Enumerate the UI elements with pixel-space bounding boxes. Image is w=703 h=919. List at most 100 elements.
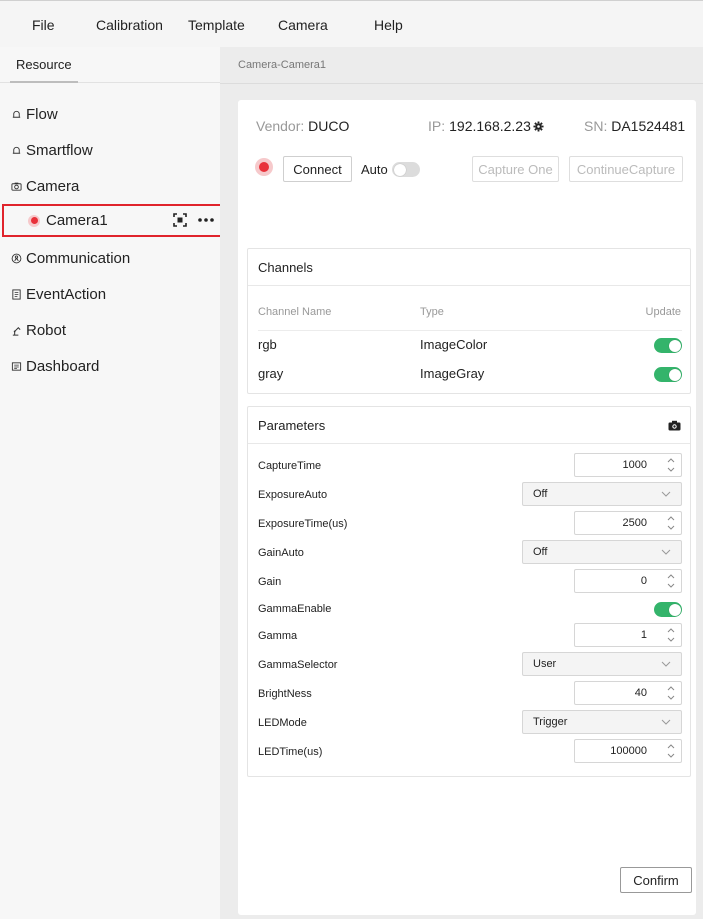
spin-value: 100000 (610, 745, 647, 757)
exposuretime-input[interactable]: 2500 (574, 511, 682, 535)
row-divider (258, 330, 682, 331)
select-value: Off (533, 488, 548, 500)
channels-title: Channels (258, 260, 313, 275)
ledmode-select[interactable]: Trigger (522, 710, 682, 734)
brightness-input[interactable]: 40 (574, 681, 682, 705)
gammaselector-select[interactable]: User (522, 652, 682, 676)
param-label: GammaEnable (258, 603, 332, 615)
sidebar-item-label: Dashboard (26, 357, 100, 375)
stepper-arrows-icon[interactable] (665, 684, 677, 702)
ip-label: IP: (428, 118, 446, 134)
dashboard-icon (10, 360, 22, 372)
exposureauto-select[interactable]: Off (522, 482, 682, 506)
gamma-input[interactable]: 1 (574, 623, 682, 647)
network-icon (10, 252, 22, 264)
stepper-arrows-icon[interactable] (665, 626, 677, 644)
sidebar-item-label: Robot (26, 321, 67, 339)
channel-type-cell: ImageGray (420, 366, 485, 381)
channels-card: Channels Channel Name Type Update rgb Im… (247, 248, 691, 394)
channel-type-cell: ImageColor (420, 337, 488, 352)
sidebar-item-label: Smartflow (26, 141, 93, 159)
select-value: Off (533, 546, 548, 558)
spin-value: 0 (640, 575, 647, 587)
stepper-arrows-icon[interactable] (665, 514, 677, 532)
col-header-type: Type (420, 306, 444, 318)
col-header-channel-name: Channel Name (258, 306, 332, 318)
vendor-info: Vendor: DUCO (256, 118, 349, 134)
bell-icon (10, 108, 22, 120)
continue-capture-button[interactable]: ContinueCapture (569, 156, 683, 182)
capture-one-button[interactable]: Capture One (472, 156, 559, 182)
document-icon (10, 288, 22, 300)
param-label: ExposureTime(us) (258, 518, 348, 530)
sn-label: SN: (584, 118, 608, 134)
sidebar-item-flow[interactable]: Flow (10, 103, 58, 125)
menu-file[interactable]: File (32, 17, 55, 33)
chevron-down-icon (661, 491, 671, 497)
camera-icon[interactable] (668, 420, 681, 431)
param-label: GammaSelector (258, 659, 338, 671)
select-value: User (533, 658, 557, 670)
param-label: LEDTime(us) (258, 746, 323, 758)
chevron-down-icon (661, 661, 671, 667)
status-dot-icon (28, 214, 40, 227)
spin-value: 1 (640, 629, 647, 641)
sn-info: SN: DA1524481 (584, 118, 685, 134)
parameters-card: Parameters CaptureTime 1000 ExposureAuto… (247, 406, 691, 777)
tab-active-underline (10, 81, 78, 83)
stepper-arrows-icon[interactable] (665, 456, 677, 474)
spin-value: 2500 (622, 517, 647, 529)
sidebar-item-camera[interactable]: Camera (10, 175, 79, 197)
gainauto-select[interactable]: Off (522, 540, 682, 564)
vendor-value: DUCO (308, 118, 350, 134)
sidebar-item-robot[interactable]: Robot (10, 319, 66, 341)
sn-value: DA1524481 (611, 118, 686, 134)
card-divider (248, 285, 690, 286)
bell-icon (10, 144, 22, 156)
more-options-icon[interactable] (197, 217, 215, 223)
param-label: Gain (258, 576, 282, 588)
camera-icon (10, 180, 22, 192)
col-header-update: Update (645, 306, 681, 318)
card-divider (248, 443, 690, 444)
ledtime-input[interactable]: 100000 (574, 739, 682, 763)
sidebar-item-communication[interactable]: Communication (10, 247, 130, 269)
menu-camera[interactable]: Camera (278, 17, 328, 33)
sidebar-item-label: Camera (26, 177, 80, 195)
sidebar: Resource Flow Smartflow Camera Camera1 C… (0, 47, 227, 919)
sidebar-item-eventaction[interactable]: EventAction (10, 283, 106, 305)
auto-toggle[interactable] (392, 162, 420, 177)
ip-value: 192.168.2.23 (449, 118, 531, 134)
param-label: LEDMode (258, 717, 307, 729)
ip-info: IP: 192.168.2.23 (428, 118, 544, 134)
update-toggle-rgb[interactable] (654, 338, 682, 353)
param-label: Gamma (258, 630, 298, 642)
confirm-button[interactable]: Confirm (620, 867, 692, 893)
gain-input[interactable]: 0 (574, 569, 682, 593)
auto-label: Auto (361, 162, 388, 177)
sidebar-item-dashboard[interactable]: Dashboard (10, 355, 99, 377)
vendor-label: Vendor: (256, 118, 305, 134)
menu-calibration[interactable]: Calibration (96, 17, 163, 33)
gear-icon[interactable] (533, 120, 544, 132)
param-label: BrightNess (258, 688, 312, 700)
tab-resource[interactable]: Resource (16, 57, 72, 72)
sidebar-item-smartflow[interactable]: Smartflow (10, 139, 93, 161)
spin-value: 1000 (622, 459, 647, 471)
update-toggle-gray[interactable] (654, 367, 682, 382)
channel-name-cell: rgb (258, 337, 277, 352)
scan-icon[interactable] (173, 213, 187, 227)
connect-button[interactable]: Connect (283, 156, 352, 182)
menu-template[interactable]: Template (188, 17, 245, 33)
sidebar-item-label: Flow (26, 105, 58, 123)
gammaenable-toggle[interactable] (654, 602, 682, 617)
sidebar-subitem-label: Camera1 (46, 212, 108, 229)
stepper-arrows-icon[interactable] (665, 742, 677, 760)
stepper-arrows-icon[interactable] (665, 572, 677, 590)
capturetime-input[interactable]: 1000 (574, 453, 682, 477)
menu-help[interactable]: Help (374, 17, 403, 33)
sidebar-item-label: EventAction (26, 285, 107, 303)
breadcrumb-divider (220, 83, 703, 84)
spin-value: 40 (634, 687, 647, 699)
sidebar-subitem-camera1[interactable]: Camera1 (2, 204, 227, 237)
